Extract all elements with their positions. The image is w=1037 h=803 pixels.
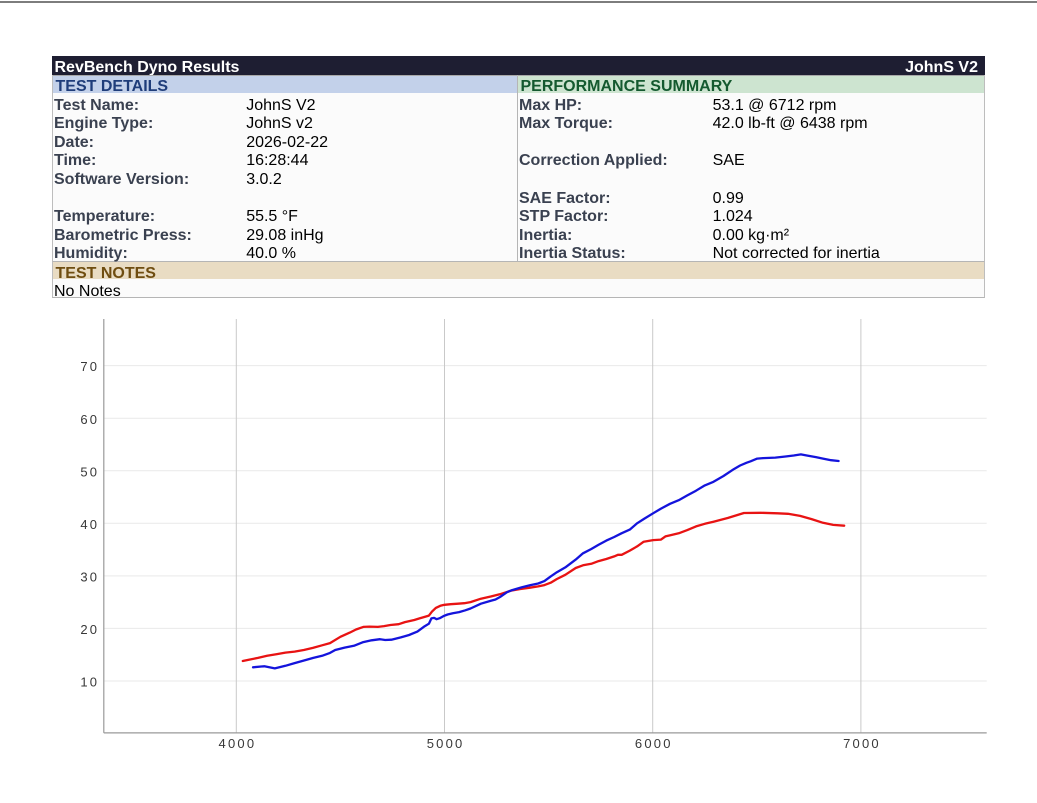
svg-text:20: 20 bbox=[80, 622, 99, 637]
svg-text:4000: 4000 bbox=[219, 736, 257, 751]
svg-text:70: 70 bbox=[80, 359, 99, 374]
svg-text:60: 60 bbox=[80, 412, 99, 427]
svg-text:50: 50 bbox=[80, 464, 99, 479]
svg-text:30: 30 bbox=[80, 570, 99, 585]
svg-text:5000: 5000 bbox=[427, 736, 465, 751]
svg-text:7000: 7000 bbox=[843, 736, 881, 751]
svg-text:6000: 6000 bbox=[635, 736, 673, 751]
svg-text:10: 10 bbox=[80, 675, 99, 690]
svg-text:40: 40 bbox=[80, 517, 99, 532]
